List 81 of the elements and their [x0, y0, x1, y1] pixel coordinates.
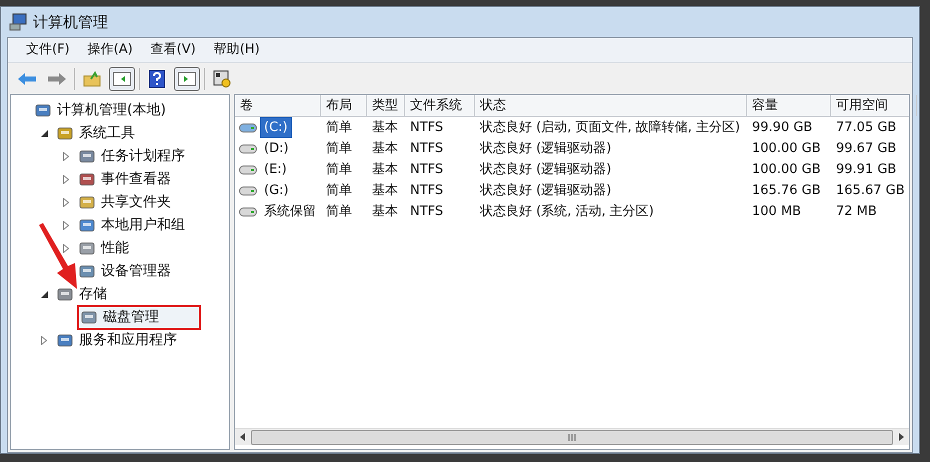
menu-item[interactable]: 文件(F)	[18, 40, 78, 60]
table-cell-text: 99.90 GB	[751, 118, 814, 137]
tree-item[interactable]: 事件查看器	[101, 169, 171, 190]
table-cell-text: 状态良好 (逻辑驱动器)	[478, 182, 612, 200]
table-cell-text: 简单	[325, 182, 353, 200]
menu-item[interactable]: 帮助(H)	[206, 40, 268, 60]
column-header[interactable]: 状态	[475, 95, 747, 116]
table-cell-text: 100.00 GB	[751, 140, 822, 158]
table-cell-text: 基本	[371, 140, 399, 158]
tree-node-icon	[79, 148, 95, 164]
collapse-arrow-icon[interactable]	[40, 130, 48, 137]
menu-item[interactable]: 查看(V)	[142, 40, 204, 60]
expand-arrow-icon[interactable]	[63, 152, 69, 161]
tree-item[interactable]: 计算机管理(本地)	[57, 100, 166, 121]
menu-item[interactable]: 操作(A)	[80, 40, 141, 60]
tree-item[interactable]: 设备管理器	[101, 261, 171, 282]
collapse-arrow-icon[interactable]	[40, 291, 48, 298]
volume-cell[interactable]: (D:)	[260, 138, 293, 160]
expand-arrow-icon[interactable]	[63, 175, 69, 184]
table-cell-text: 状态良好 (启动, 页面文件, 故障转储, 主分区)	[478, 118, 742, 137]
tree-node-icon	[79, 194, 95, 210]
computer-icon	[9, 13, 27, 31]
tree-item[interactable]: 性能	[101, 238, 129, 259]
table-cell-text: 简单	[325, 202, 353, 221]
expand-arrow-icon[interactable]	[63, 198, 69, 207]
table-cell-text: NTFS	[409, 140, 444, 158]
table-cell-text: 165.67 GB	[835, 182, 906, 200]
tree-node-icon	[79, 172, 95, 188]
tree-node-icon	[79, 218, 95, 234]
table-cell-text: 简单	[325, 140, 353, 158]
column-header[interactable]: 可用空间	[831, 95, 917, 116]
tree-node-icon	[79, 264, 95, 280]
expand-arrow-icon[interactable]	[41, 336, 47, 345]
volume-cell[interactable]: (G:)	[260, 180, 293, 202]
tree-node-icon	[57, 332, 73, 348]
tree-item[interactable]: 系统工具	[79, 123, 135, 144]
table-cell-text: 基本	[371, 202, 399, 221]
expand-arrow-icon[interactable]	[63, 221, 69, 230]
table-cell-text: 99.91 GB	[835, 160, 898, 179]
expand-arrow-icon[interactable]	[63, 244, 69, 253]
table-cell-text: 99.67 GB	[835, 140, 898, 158]
table-cell-text: 基本	[371, 182, 399, 200]
column-header[interactable]: 文件系统	[405, 95, 475, 116]
table-cell-text: 基本	[371, 118, 399, 137]
table-cell-text: 100.00 GB	[751, 160, 822, 179]
tree-item[interactable]: 本地用户和组	[101, 215, 185, 236]
tree-node-icon	[81, 310, 97, 326]
volume-cell[interactable]: (E:)	[260, 158, 291, 180]
table-cell-text: 77.05 GB	[835, 118, 898, 137]
show-pane-icon[interactable]	[109, 66, 135, 90]
table-cell-text: 165.76 GB	[751, 182, 822, 200]
tree-item[interactable]: 存储	[79, 284, 107, 305]
table-cell-text: NTFS	[409, 202, 444, 221]
tree-node-icon	[35, 102, 51, 118]
tree-node-icon	[57, 286, 73, 302]
tree-node-icon	[57, 126, 73, 142]
table-cell-text: 状态良好 (逻辑驱动器)	[478, 140, 612, 158]
table-cell-text: 简单	[325, 160, 353, 179]
table-cell-text: 状态良好 (逻辑驱动器)	[478, 160, 612, 179]
volume-cell[interactable]: (C:)	[260, 116, 292, 138]
table-cell-text: 基本	[371, 160, 399, 179]
table-cell-text: NTFS	[409, 182, 444, 200]
column-header[interactable]: 布局	[321, 95, 367, 116]
tree-item[interactable]: 共享文件夹	[101, 192, 171, 213]
table-cell-text: 100 MB	[751, 202, 802, 221]
table-cell-text: NTFS	[409, 118, 444, 137]
horizontal-scrollbar[interactable]	[235, 428, 909, 445]
action-pane-icon[interactable]	[174, 66, 200, 90]
tree-item[interactable]: 任务计划程序	[101, 146, 185, 167]
table-cell-text: NTFS	[409, 160, 444, 179]
volume-cell[interactable]: 系统保留	[260, 200, 320, 222]
column-header[interactable]: 容量	[747, 95, 831, 116]
tree-node-icon	[79, 240, 95, 256]
table-cell-text: 简单	[325, 118, 353, 137]
column-header[interactable]: 卷	[235, 95, 321, 116]
scrollbar-thumb[interactable]	[251, 430, 893, 444]
table-cell-text: 72 MB	[835, 202, 878, 221]
window-title: 计算机管理	[33, 12, 108, 33]
tree-item[interactable]: 服务和应用程序	[79, 330, 177, 351]
column-header[interactable]: 类型	[367, 95, 405, 116]
table-cell-text: 状态良好 (系统, 活动, 主分区)	[478, 202, 655, 221]
